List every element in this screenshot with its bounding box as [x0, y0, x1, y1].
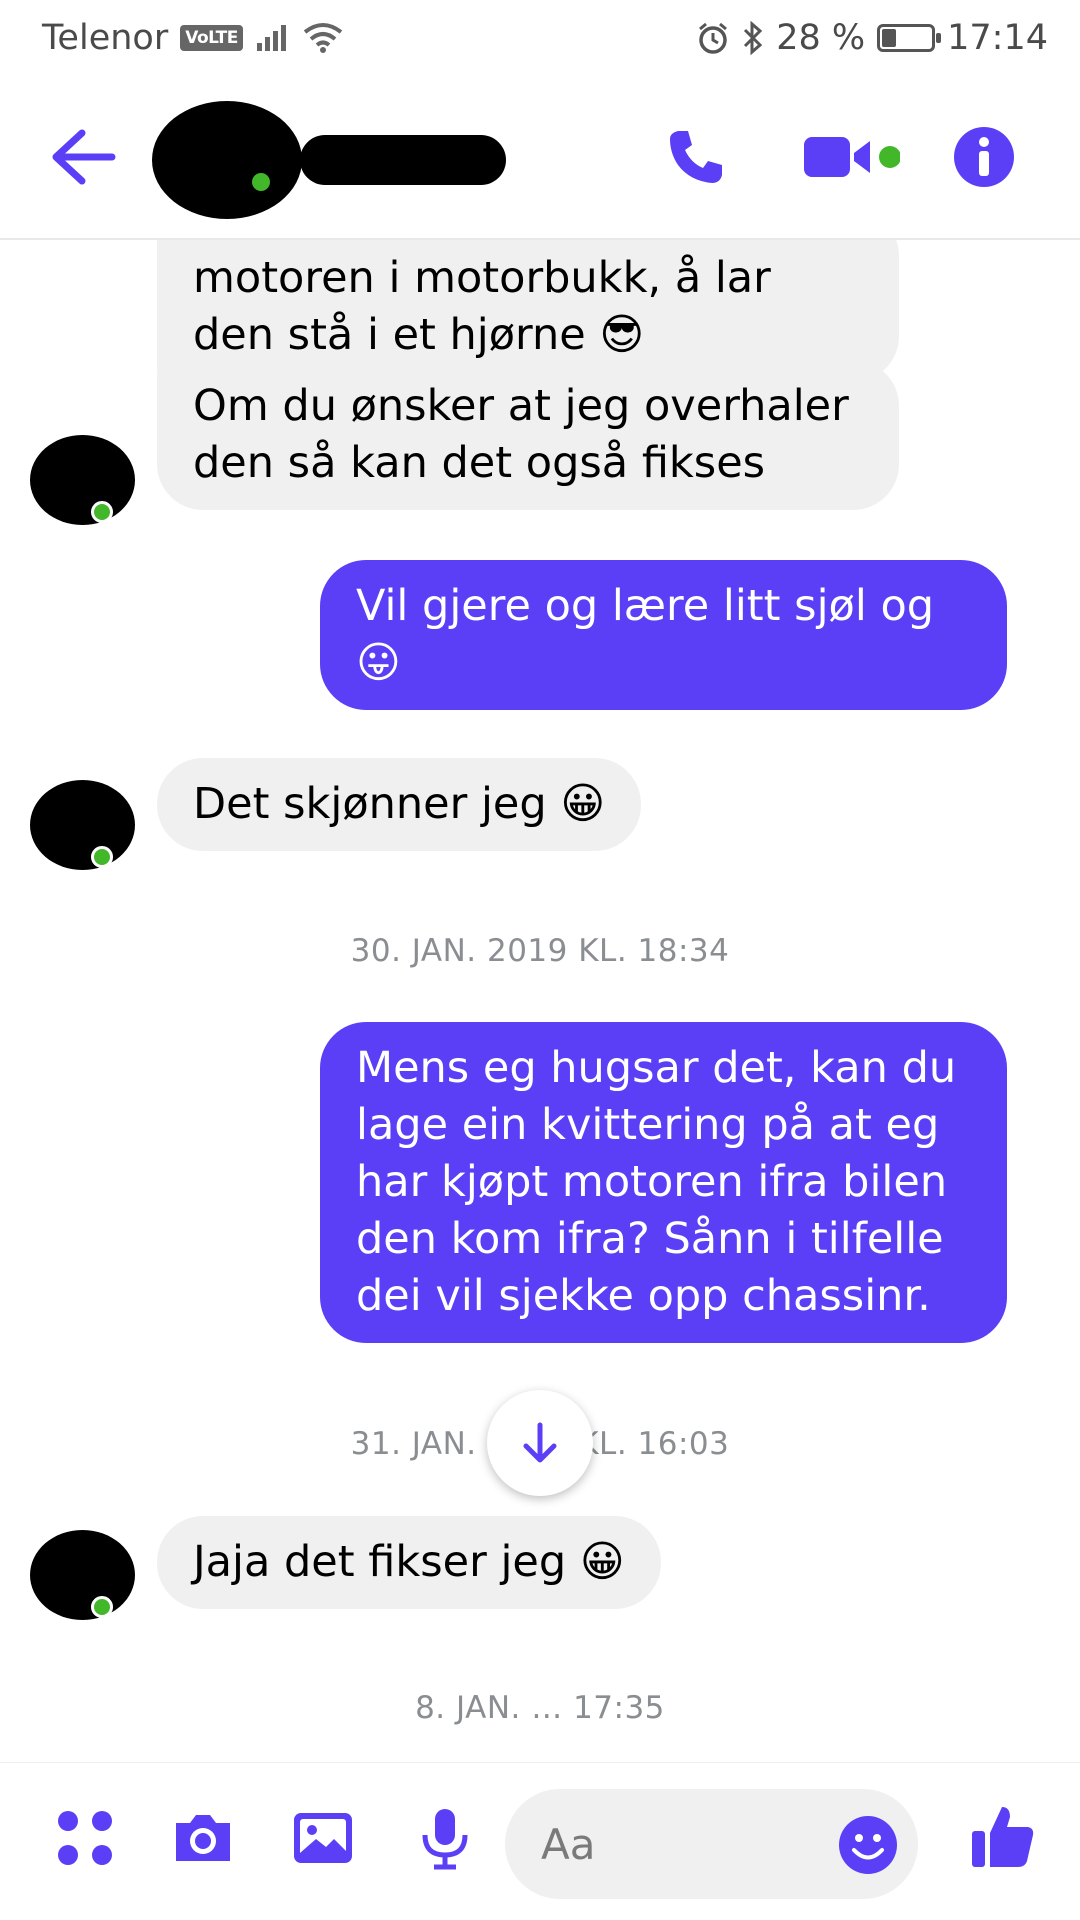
sender-avatar[interactable]	[30, 780, 135, 870]
message-text: Om du ønsker at jeg overhaler den så kan…	[193, 381, 849, 488]
bluetooth-icon	[744, 20, 763, 55]
alarm-icon	[699, 22, 728, 54]
status-bar: Telenor VoLTE 28 % 17:14	[0, 0, 1080, 75]
timestamp: 8. JAN. … 17:35	[415, 1690, 665, 1726]
signal-icon	[256, 24, 286, 51]
message-bubble-outgoing[interactable]: Vil gjere og lære litt sjøl og 😛	[320, 560, 1007, 710]
scroll-to-bottom-button[interactable]	[487, 1390, 593, 1496]
microphone-icon[interactable]	[412, 1805, 478, 1871]
carrier-name: Telenor	[42, 17, 169, 58]
message-bubble-incoming[interactable]: Om du ønsker at jeg overhaler den så kan…	[157, 360, 899, 510]
arrow-down-icon	[523, 1422, 557, 1463]
emoji-icon[interactable]	[838, 1815, 898, 1875]
message-input[interactable]	[541, 1816, 801, 1872]
contact-name[interactable]: Andreas	[300, 135, 506, 185]
status-left: Telenor VoLTE	[42, 18, 343, 58]
thumbs-up-icon[interactable]	[968, 1801, 1038, 1871]
sender-avatar[interactable]	[30, 435, 135, 525]
gallery-icon[interactable]	[290, 1805, 356, 1871]
battery-icon	[877, 23, 942, 52]
camera-icon[interactable]	[170, 1805, 236, 1871]
message-list[interactable]: motoren i motorbukk, å lar den stå i et …	[0, 240, 1080, 1760]
phone-icon[interactable]	[664, 125, 728, 189]
message-text: Det skjønner jeg	[193, 779, 547, 829]
status-right: 28 % 17:14	[696, 18, 1048, 58]
more-apps-icon[interactable]	[52, 1805, 118, 1871]
message-text: Mens eg hugsar det, kan du lage ein kvit…	[356, 1043, 957, 1321]
conversation-header: Andreas	[0, 75, 1080, 240]
grinning-emoji-icon: 😀	[579, 1537, 625, 1587]
message-bubble-incoming[interactable]: Det skjønner jeg 😀	[157, 758, 642, 851]
clock: 17:14	[947, 17, 1048, 58]
tongue-emoji-icon: 😛	[356, 638, 401, 688]
grinning-emoji-icon: 😀	[560, 779, 606, 829]
battery-level	[882, 28, 896, 47]
volte-badge: VoLTE	[180, 24, 243, 51]
message-bubble-incoming[interactable]: Jaja det fikser jeg 😀	[157, 1516, 661, 1609]
timestamp: 30. JAN. 2019 KL. 18:34	[350, 933, 730, 969]
sender-avatar[interactable]	[30, 1530, 135, 1620]
message-text: Jaja det fikser jeg	[193, 1537, 567, 1587]
video-camera-icon[interactable]	[800, 125, 900, 189]
message-bubble-outgoing[interactable]: Mens eg hugsar det, kan du lage ein kvit…	[320, 1022, 1007, 1343]
contact-avatar[interactable]	[152, 101, 302, 219]
wifi-icon	[303, 22, 343, 53]
sunglasses-emoji-icon: 😎	[599, 310, 645, 360]
message-text: Vil gjere og lære litt sjøl og	[356, 581, 935, 631]
message-composer	[0, 1762, 1080, 1920]
battery-percent: 28 %	[776, 17, 866, 58]
message-input-container[interactable]	[505, 1789, 918, 1899]
message-text: motoren i motorbukk, å lar den stå i et …	[193, 253, 771, 360]
back-arrow-icon[interactable]	[48, 127, 118, 187]
info-icon[interactable]	[952, 125, 1016, 189]
